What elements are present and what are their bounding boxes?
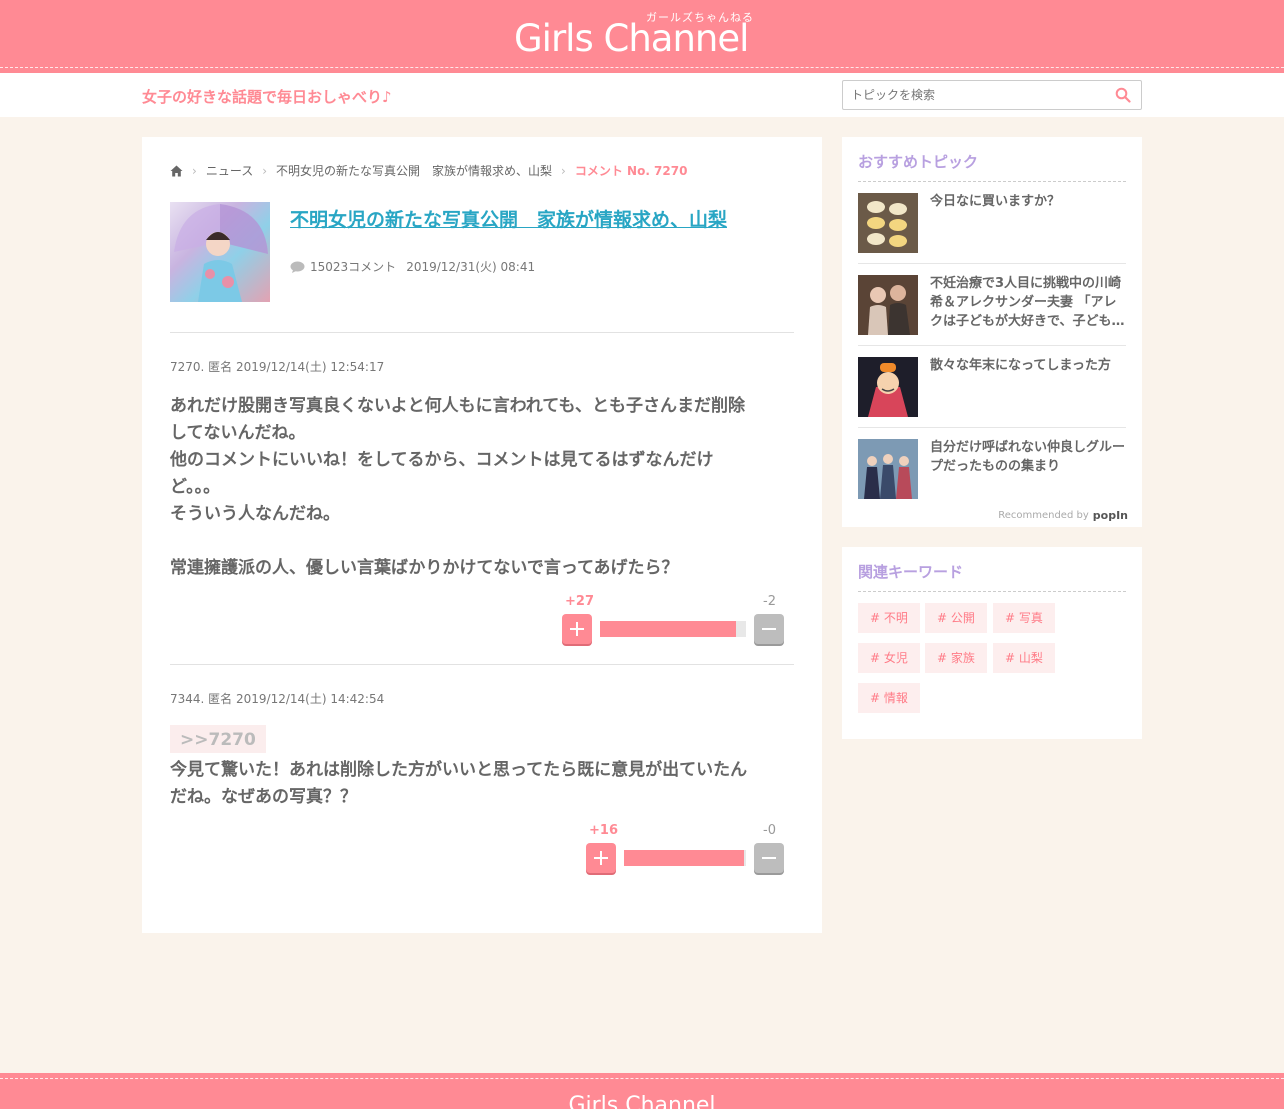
topic-comment-count: 15023コメント xyxy=(310,260,397,274)
comment-header: 7270. 匿名 2019/12/14(土) 12:54:17 xyxy=(170,360,385,374)
sub-bar: 女子の好きな話題で毎日おしゃべり♪ xyxy=(0,73,1284,117)
home-icon[interactable] xyxy=(170,165,183,177)
vote-ratio-fill xyxy=(624,850,744,866)
header-divider xyxy=(0,67,1284,68)
minus-vote-button[interactable] xyxy=(754,614,784,644)
keyword-tag[interactable]: # 女児 xyxy=(858,643,920,673)
keyword-tag[interactable]: # 家族 xyxy=(925,643,987,673)
minus-count: -2 xyxy=(763,594,776,609)
recommended-thumbnail xyxy=(858,193,918,253)
recommended-item-title: 不妊治療で3人目に挑戦中の川崎希＆アレクサンダー夫妻 「アレクは子どもが大好きで… xyxy=(930,276,1125,329)
topic-meta: 15023コメント 2019/12/31(火) 08:41 xyxy=(290,258,535,275)
recommended-item-title: 散々な年末になってしまった方 xyxy=(930,358,1111,373)
recommended-item[interactable]: 不妊治療で3人目に挑戦中の川崎希＆アレクサンダー夫妻 「アレクは子どもが大好きで… xyxy=(858,264,1126,346)
breadcrumb-item-news[interactable]: ニュース xyxy=(206,162,253,179)
keywords-title: 関連キーワード xyxy=(858,563,964,581)
plus-icon xyxy=(594,851,608,865)
vote-ratio-bar xyxy=(600,621,746,637)
comment-header: 7344. 匿名 2019/12/14(土) 14:42:54 xyxy=(170,692,385,706)
footer-divider xyxy=(0,1078,1284,1079)
recommended-title: おすすめトピック xyxy=(858,153,979,171)
divider xyxy=(170,664,794,665)
topic-date: 2019/12/31(火) 08:41 xyxy=(406,260,536,274)
section-divider xyxy=(858,591,1126,592)
site-tagline: 女子の好きな話題で毎日おしゃべり♪ xyxy=(142,88,392,106)
recommended-by-credit[interactable]: Recommended by popIn xyxy=(998,509,1128,522)
chevron-right-icon: › xyxy=(561,163,566,178)
recommended-item-title: 今日なに買いますか？ xyxy=(930,194,1061,209)
keyword-tag[interactable]: # 情報 xyxy=(858,683,920,713)
keyword-tag[interactable]: # 写真 xyxy=(993,603,1055,633)
recommended-item[interactable]: 散々な年末になってしまった方 xyxy=(858,346,1126,428)
recommended-topics-panel: おすすめトピック 今日なに買いますか？ 不妊治療で3人目に挑戦中の川崎希＆アレク… xyxy=(842,137,1142,527)
recommended-item[interactable]: 自分だけ呼ばれない仲良しグループだったものの集まり xyxy=(858,428,1126,510)
recommended-item[interactable]: 今日なに買いますか？ xyxy=(858,182,1126,264)
plus-icon xyxy=(570,622,584,636)
footer-logo[interactable]: Girls Channel xyxy=(0,1093,1284,1109)
keyword-tag[interactable]: # 公開 xyxy=(925,603,987,633)
minus-icon xyxy=(762,628,776,630)
chevron-right-icon: › xyxy=(262,163,268,178)
recommended-thumbnail xyxy=(858,439,918,499)
reply-anchor-link[interactable]: >>7270 xyxy=(170,725,266,753)
recommended-thumbnail xyxy=(858,357,918,417)
keyword-tag[interactable]: # 不明 xyxy=(858,603,920,633)
minus-count: -0 xyxy=(763,823,776,838)
topic-title[interactable]: 不明女児の新たな写真公開 家族が情報求め、山梨 xyxy=(290,205,727,232)
recommended-by-label: Recommended by xyxy=(998,510,1089,521)
site-footer: Girls Channel xyxy=(0,1073,1284,1109)
site-logo[interactable]: Girls Channel xyxy=(514,17,749,60)
main-content: › ニュース › 不明女児の新たな写真公開 家族が情報求め、山梨 › コメント … xyxy=(142,137,822,933)
search-input[interactable] xyxy=(851,86,1111,104)
topic-thumbnail[interactable] xyxy=(170,202,270,302)
chevron-right-icon: › xyxy=(192,163,197,178)
search-icon[interactable] xyxy=(1115,87,1131,103)
related-keywords-panel: 関連キーワード # 不明 # 公開 # 写真 # 女児 # 家族 # 山梨 # … xyxy=(842,547,1142,739)
breadcrumb-current: コメント No. 7270 xyxy=(574,164,688,178)
recommended-item-title: 自分だけ呼ばれない仲良しグループだったものの集まり xyxy=(930,440,1126,474)
vote-ratio-bar xyxy=(624,850,746,866)
breadcrumb: › ニュース › 不明女児の新たな写真公開 家族が情報求め、山梨 › コメント … xyxy=(170,162,687,179)
popin-logo: popIn xyxy=(1092,509,1128,522)
plus-count: +16 xyxy=(589,823,618,838)
topic-thumbnail-image xyxy=(174,204,268,302)
minus-icon xyxy=(762,857,776,859)
plus-vote-button[interactable] xyxy=(586,843,616,873)
vote-ratio-fill xyxy=(600,621,736,637)
breadcrumb-item-topic[interactable]: 不明女児の新たな写真公開 家族が情報求め、山梨 xyxy=(276,162,552,179)
plus-count: +27 xyxy=(565,594,594,609)
plus-vote-button[interactable] xyxy=(562,614,592,644)
comment-body: 今見て驚いた！あれは削除した方がいいと思ってたら既に意見が出ていたん だね。なぜ… xyxy=(170,760,748,807)
comment-body: あれだけ股開き写真良くないよと何人もに言われても、とも子さんまだ削除 してないん… xyxy=(170,396,745,578)
divider xyxy=(170,332,794,333)
search-box xyxy=(842,80,1142,110)
minus-vote-button[interactable] xyxy=(754,843,784,873)
keyword-tag[interactable]: # 山梨 xyxy=(993,643,1055,673)
comment-bubble-icon xyxy=(290,261,305,273)
recommended-thumbnail xyxy=(858,275,918,335)
